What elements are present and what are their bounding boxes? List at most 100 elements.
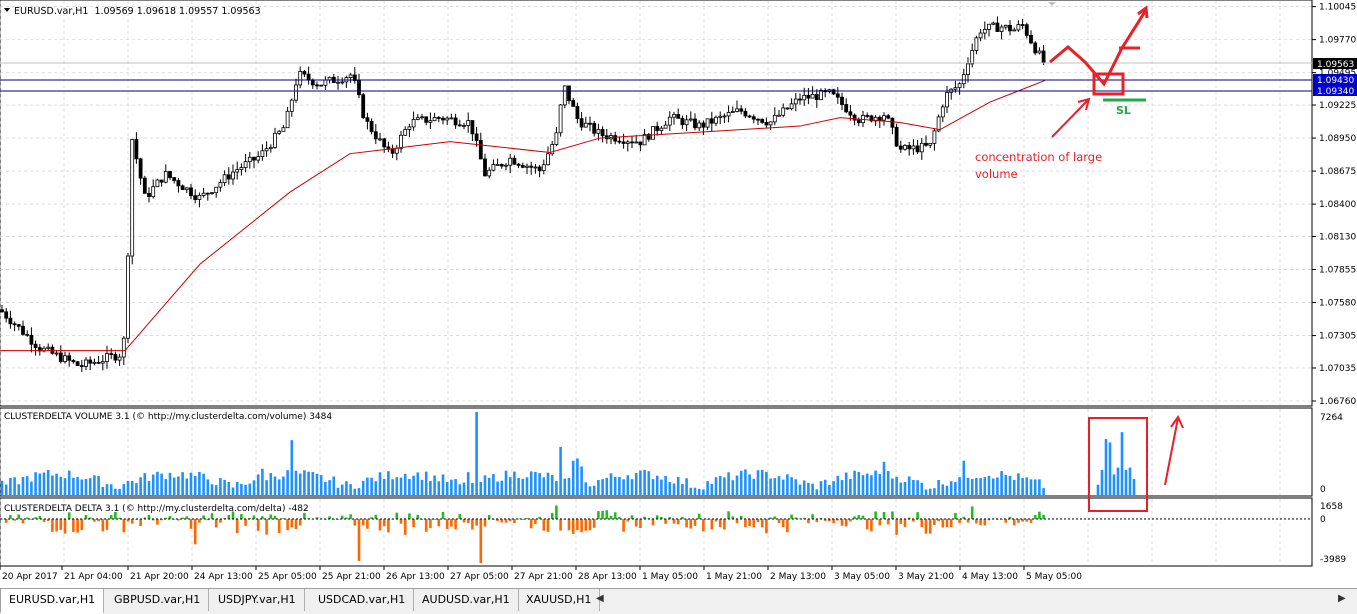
tab-audusd[interactable]: AUDUSD.var,H1: [414, 589, 519, 611]
tab-usdjpy[interactable]: USDJPY.var,H1: [210, 589, 305, 611]
volume-bar: [823, 479, 827, 495]
volume-bar: [139, 477, 142, 495]
price-tick-label: 1.07855: [1319, 266, 1356, 276]
volume-bar: [853, 470, 856, 495]
volume-bar: [1025, 477, 1029, 495]
delta-bar: [437, 519, 441, 527]
delta-bar: [244, 519, 247, 526]
delta-bar: [958, 519, 961, 523]
delta-bar: [760, 519, 764, 528]
volume-bar: [193, 475, 197, 495]
tab-usdcad[interactable]: USDCAD.var,H1: [310, 589, 415, 611]
volume-bar: [660, 479, 663, 495]
volume-bar: [408, 478, 411, 495]
volume-bar: [135, 483, 138, 495]
tab-gbpusd[interactable]: GBPUSD.var,H1: [106, 589, 210, 611]
volume-bar: [345, 481, 348, 495]
price-tick-label: 1.07035: [1319, 364, 1356, 374]
time-tick-label: 21 Apr 04:00: [64, 572, 123, 582]
delta-bar: [928, 519, 932, 534]
volume-bar: [916, 480, 919, 495]
volume-bar: [17, 484, 21, 495]
volume-bar: [210, 484, 214, 495]
volume-bar: [630, 479, 634, 495]
volume-bar: [172, 477, 176, 495]
tab-scroll-left-icon[interactable]: ◀: [596, 593, 604, 604]
delta-bar: [412, 519, 415, 528]
delta-bar: [408, 513, 411, 519]
volume-bar: [609, 473, 613, 495]
volume-bar: [13, 477, 16, 495]
volume-bar: [529, 471, 533, 495]
volume-bar: [521, 478, 525, 495]
volume-bar: [366, 477, 369, 495]
volume-bar: [962, 460, 966, 495]
symbol-tab-bar: EURUSD.var,H1 GBPUSD.var,H1 USDJPY.var,H…: [0, 588, 1357, 614]
delta-bar: [954, 512, 957, 519]
volume-bar: [445, 481, 449, 495]
delta-bar: [374, 514, 378, 519]
delta-bar: [689, 519, 693, 529]
delta-bar: [576, 519, 579, 531]
volume-bar: [109, 484, 113, 495]
delta-bar: [933, 519, 936, 526]
volume-bar: [907, 476, 911, 495]
volume-bar: [429, 480, 432, 495]
time-tick-label: 5 May 05:00: [1026, 572, 1082, 582]
delta-bar: [466, 519, 470, 524]
volume-bar: [0, 480, 4, 495]
volume-bar: [815, 489, 819, 495]
tab-xauusd[interactable]: XAUUSD,H1: [518, 589, 601, 611]
tab-eurusd[interactable]: EURUSD.var,H1: [0, 589, 105, 614]
volume-bar: [840, 480, 844, 495]
delta-bar: [202, 515, 205, 519]
volume-bar: [307, 471, 310, 495]
volume-bar: [256, 474, 260, 495]
volume-bar: [874, 470, 877, 495]
price-tick-label: 1.08130: [1319, 233, 1356, 243]
volume-bar: [51, 475, 54, 495]
volume-bar: [319, 475, 323, 495]
delta-bar: [214, 519, 218, 528]
delta-bar: [752, 519, 756, 528]
volume-bar: [870, 475, 873, 495]
volume-bar: [760, 469, 764, 495]
delta-bar: [945, 519, 949, 528]
volume-bar: [534, 471, 537, 495]
volume-bar: [949, 481, 953, 495]
delta-bar: [500, 519, 504, 523]
delta-bar: [622, 519, 625, 532]
volume-bar: [651, 479, 655, 495]
delta-tick-zero: 0: [1320, 515, 1326, 525]
volume-bar: [290, 440, 294, 495]
delta-bar: [735, 519, 739, 524]
volume-bar: [424, 471, 428, 495]
volume-bar: [1112, 474, 1116, 495]
delta-bar: [80, 519, 84, 530]
delta-bar: [450, 519, 453, 527]
volume-bar: [42, 472, 46, 495]
tab-scroll-right-icon[interactable]: ▶: [1338, 593, 1346, 604]
delta-bar: [584, 519, 588, 531]
volume-bar: [286, 470, 289, 495]
delta-bar: [613, 512, 617, 519]
delta-bar: [9, 515, 12, 519]
delta-bar: [265, 519, 268, 535]
price-tick-label: 1.08950: [1319, 134, 1356, 144]
volume-bar: [727, 472, 730, 495]
volume-bar: [643, 469, 646, 495]
delta-bar: [55, 519, 58, 532]
volume-bar: [1124, 469, 1128, 495]
time-tick-label: 28 Apr 13:00: [578, 572, 637, 582]
time-tick-label: 25 Apr 21:00: [322, 572, 381, 582]
candle: [831, 88, 836, 95]
delta-bar: [51, 519, 54, 532]
volume-bar: [361, 480, 365, 495]
delta-bar: [445, 519, 449, 529]
delta-bar: [567, 519, 571, 531]
volume-bar: [475, 412, 478, 495]
volume-bar: [118, 488, 121, 495]
volume-bar: [261, 468, 264, 495]
volume-bar: [1096, 484, 1100, 495]
annotation-volume-note-line2: volume: [975, 167, 1018, 181]
